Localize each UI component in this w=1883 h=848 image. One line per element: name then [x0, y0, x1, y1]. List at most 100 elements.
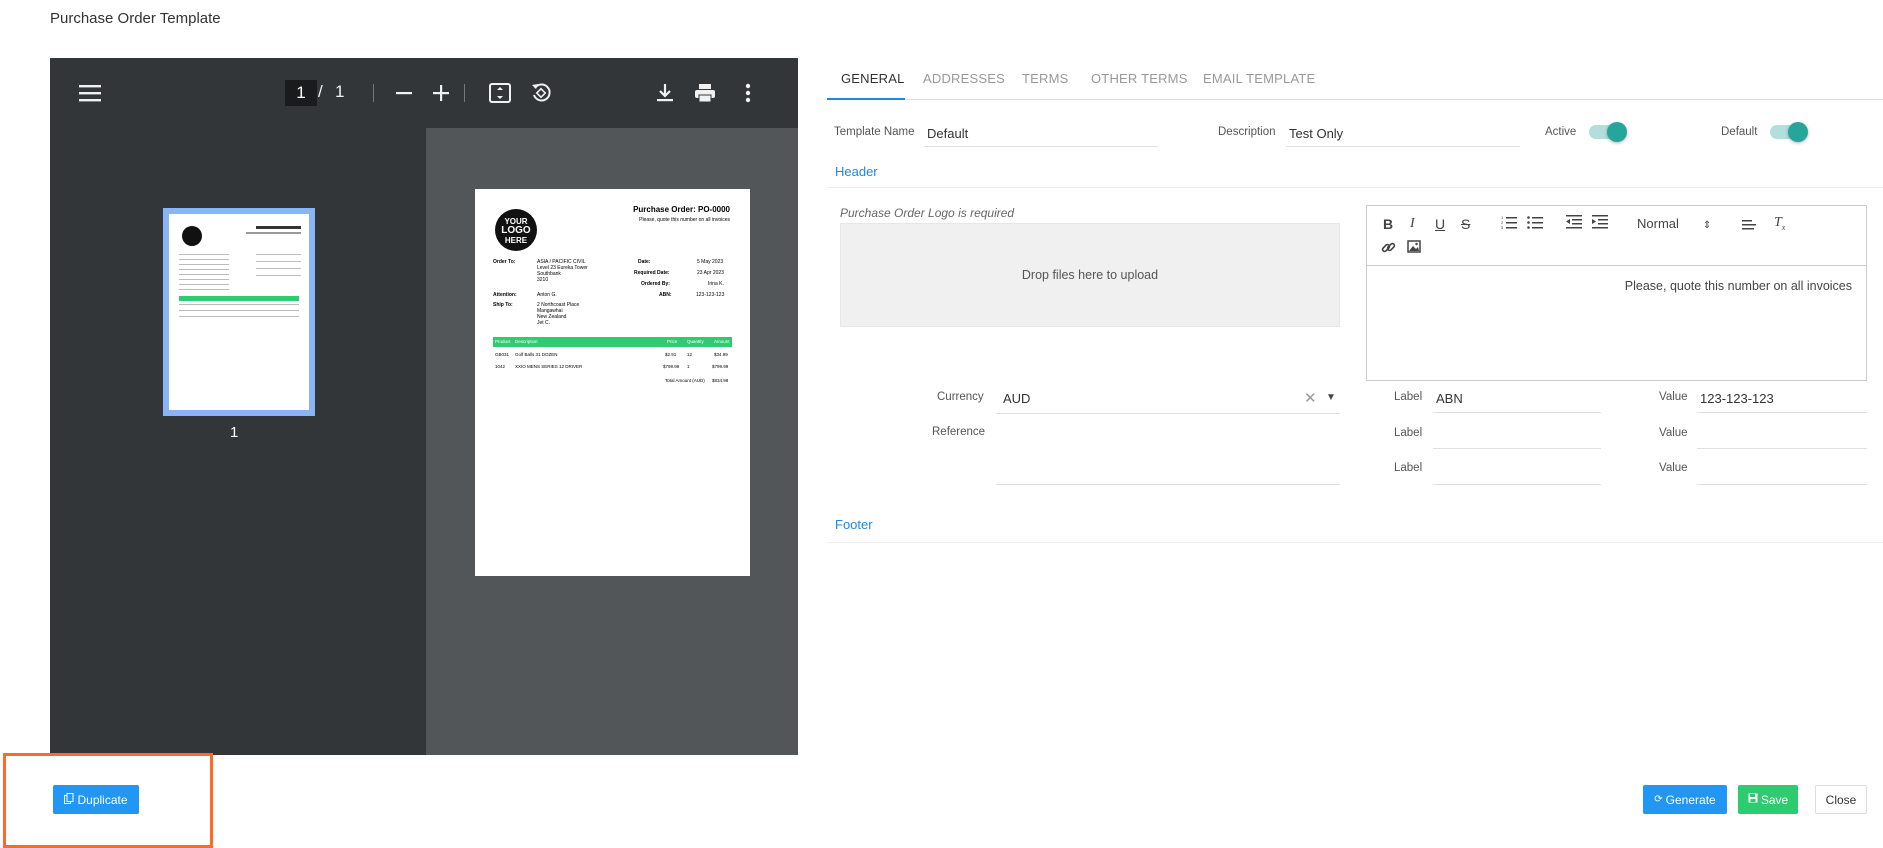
bold-icon[interactable]: B — [1383, 216, 1393, 232]
footer-section-link[interactable]: Footer — [835, 517, 873, 532]
page-title: Purchase Order Template — [50, 10, 221, 27]
ordered-by-value: Irina K. — [708, 281, 724, 287]
indent-icon[interactable] — [1592, 215, 1608, 232]
default-toggle[interactable] — [1770, 122, 1808, 142]
doc-th-description: Description — [515, 339, 538, 344]
active-label: Active — [1545, 126, 1577, 138]
logo-dropzone[interactable]: Drop files here to upload — [840, 223, 1340, 327]
dropzone-text: Drop files here to upload — [1021, 268, 1159, 282]
refresh-icon: ⟳ — [1654, 794, 1663, 805]
attention-label: Attention: — [493, 292, 517, 298]
underline-icon[interactable]: U — [1435, 216, 1445, 232]
tab-other-terms[interactable]: OTHER TERMS — [1091, 71, 1188, 86]
align-icon[interactable] — [1742, 217, 1756, 234]
format-select-value: Normal — [1637, 216, 1679, 231]
tab-addresses[interactable]: ADDRESSES — [923, 71, 1005, 86]
doc-cell: 1042 — [495, 364, 506, 369]
pdf-viewer: 1 / 1 1 YOUR LOGO HERE Purchase Order: P… — [50, 58, 798, 755]
select-arrows-icon: ⇕ — [1702, 220, 1712, 231]
active-toggle[interactable] — [1589, 122, 1627, 142]
link-icon[interactable] — [1381, 240, 1396, 258]
custom-value-label: Value — [1659, 462, 1688, 474]
doc-total-label: Total Amount (AUD) — [665, 378, 705, 383]
logo-required-message: Purchase Order Logo is required — [840, 206, 1015, 220]
thumbnail-page-number: 1 — [230, 424, 239, 441]
download-icon[interactable] — [650, 78, 680, 108]
strikethrough-icon[interactable]: S — [1461, 216, 1470, 232]
more-options-icon[interactable] — [733, 78, 763, 108]
svg-text:3: 3 — [1501, 225, 1504, 229]
zoom-out-icon[interactable] — [389, 78, 419, 108]
tab-email-template[interactable]: EMAIL TEMPLATE — [1203, 71, 1315, 86]
doc-cell: GB031 — [495, 352, 510, 357]
template-name-label: Template Name — [834, 126, 915, 138]
currency-select[interactable]: AUD — [1003, 391, 1030, 406]
tab-terms[interactable]: TERMS — [1022, 71, 1069, 86]
outdent-icon[interactable] — [1566, 215, 1582, 232]
required-date-label: Required Date: — [634, 270, 670, 276]
abn-value: 123-123-123 — [696, 292, 725, 298]
po-title: Purchase Order: PO-0000 — [633, 205, 730, 214]
bullet-list-icon[interactable] — [1527, 215, 1543, 232]
thumbnail-logo — [182, 226, 202, 246]
doc-cell: $2.91 — [665, 352, 677, 357]
custom-label-label: Label — [1394, 391, 1423, 403]
floppy-disk-icon — [1748, 793, 1758, 806]
thumbnail-title-line — [256, 226, 301, 229]
date-label: Date: — [638, 259, 651, 265]
doc-cell: $34.99 — [714, 352, 728, 357]
custom-label-input[interactable]: ABN — [1436, 391, 1463, 406]
company-logo: YOUR LOGO HERE — [495, 209, 537, 251]
save-button[interactable]: Save — [1738, 785, 1798, 814]
pdf-document-page: YOUR LOGO HERE Purchase Order: PO-0000 P… — [475, 189, 750, 576]
logo-text-line: LOGO — [501, 225, 531, 236]
zoom-in-icon[interactable] — [426, 78, 456, 108]
editor-content[interactable]: Please, quote this number on all invoice… — [1625, 279, 1852, 293]
format-select[interactable]: Normal ⇕ — [1637, 216, 1711, 231]
italic-icon[interactable]: I — [1410, 216, 1415, 232]
image-icon[interactable] — [1407, 240, 1421, 256]
custom-value-input[interactable]: 123-123-123 — [1700, 391, 1774, 406]
rotate-icon[interactable] — [526, 78, 556, 108]
thumbnail-address-lines — [179, 254, 229, 294]
doc-cell: $799.99 — [663, 364, 680, 369]
template-name-input[interactable]: Default — [927, 126, 968, 141]
custom-label-underline — [1433, 412, 1601, 413]
thumbnail-table-rows — [179, 304, 299, 320]
po-subtitle: Please, quote this number on all invoice… — [639, 217, 730, 223]
currency-label: Currency — [937, 391, 984, 403]
page-thumbnail[interactable] — [163, 208, 315, 416]
menu-icon[interactable] — [75, 78, 105, 108]
page-number-input[interactable]: 1 — [285, 80, 317, 106]
default-label: Default — [1721, 126, 1758, 138]
custom-value-underline — [1697, 484, 1867, 485]
doc-cell: 1 — [687, 364, 690, 369]
close-button[interactable]: Close — [1815, 785, 1867, 814]
generate-button-label: Generate — [1665, 792, 1716, 807]
reference-label: Reference — [932, 426, 986, 438]
clear-currency-icon[interactable]: ✕ — [1304, 389, 1317, 407]
custom-label-underline — [1433, 484, 1601, 485]
template-name-underline — [924, 146, 1158, 147]
clear-format-icon[interactable]: Tx — [1774, 215, 1785, 232]
section-divider — [827, 187, 1883, 188]
description-input[interactable]: Test Only — [1289, 126, 1343, 141]
thumbnail-subtitle-line — [246, 232, 301, 234]
doc-total-value: $834.98 — [712, 378, 729, 383]
save-button-label: Save — [1760, 792, 1789, 807]
generate-button[interactable]: ⟳ Generate — [1643, 785, 1727, 814]
doc-table-header: Product Description Price Quantity Amoun… — [493, 337, 732, 347]
fit-page-icon[interactable] — [485, 78, 515, 108]
tab-general[interactable]: GENERAL — [841, 71, 905, 86]
date-value: 5 May 2023 — [697, 259, 724, 265]
currency-underline — [996, 413, 1340, 414]
ordered-list-icon[interactable]: 123 — [1501, 215, 1517, 232]
doc-th-price: Price — [667, 339, 678, 344]
ship-to-value: 2 Northcoast Place Mangawhai New Zealand… — [537, 302, 580, 326]
ordered-by-label: Ordered By: — [641, 281, 670, 287]
order-to-value: ASIA / PACIFIC CIVIL Level 23 Eureka Tow… — [537, 259, 588, 283]
print-icon[interactable] — [690, 78, 720, 108]
custom-label-underline — [1433, 448, 1601, 449]
header-section-link[interactable]: Header — [835, 164, 878, 179]
chevron-down-icon[interactable]: ▼ — [1326, 392, 1336, 403]
